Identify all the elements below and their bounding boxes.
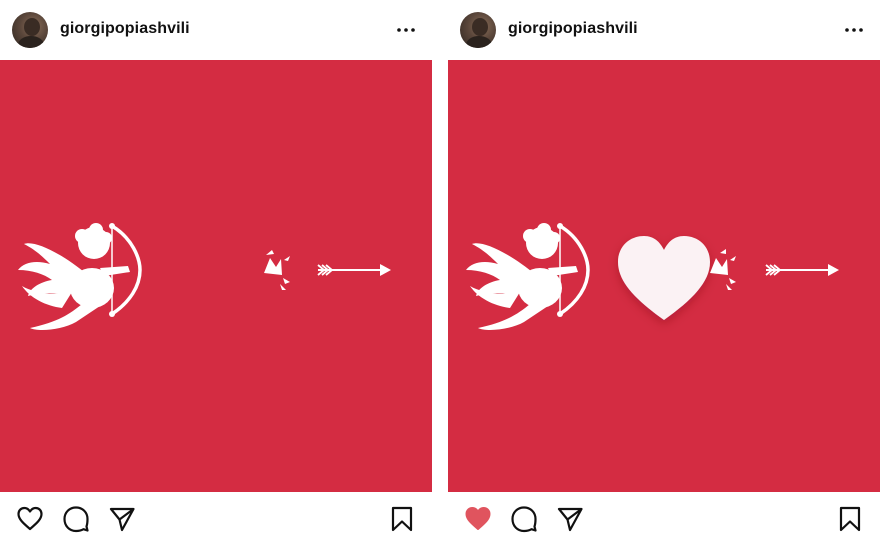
post-card: giorgipopiashvili — [448, 0, 880, 542]
username[interactable]: giorgipopiashvili — [508, 20, 638, 38]
avatar[interactable] — [12, 12, 48, 48]
arrow-tip-icon — [710, 249, 736, 290]
comment-icon[interactable] — [62, 505, 90, 533]
arrow-icon — [765, 264, 839, 276]
more-icon[interactable] — [394, 18, 418, 42]
arrow-tip-icon — [264, 250, 290, 290]
post-card: giorgipopiashvili — [0, 0, 432, 542]
bookmark-icon[interactable] — [388, 505, 416, 533]
share-icon[interactable] — [108, 505, 136, 533]
action-bar — [448, 492, 880, 542]
heart-icon[interactable] — [464, 505, 492, 533]
avatar[interactable] — [460, 12, 496, 48]
post-header: giorgipopiashvili — [0, 0, 432, 60]
heart-icon[interactable] — [16, 505, 44, 533]
action-bar — [0, 492, 432, 542]
bookmark-icon[interactable] — [836, 505, 864, 533]
cupid-illustration — [18, 223, 142, 330]
post-image[interactable] — [448, 60, 880, 492]
post-image[interactable] — [0, 60, 432, 492]
more-icon[interactable] — [842, 18, 866, 42]
share-icon[interactable] — [556, 505, 584, 533]
arrow-icon — [317, 264, 391, 276]
cupid-illustration — [466, 223, 590, 330]
username[interactable]: giorgipopiashvili — [60, 20, 190, 38]
comment-icon[interactable] — [510, 505, 538, 533]
heart-illustration — [618, 236, 710, 320]
post-header: giorgipopiashvili — [448, 0, 880, 60]
